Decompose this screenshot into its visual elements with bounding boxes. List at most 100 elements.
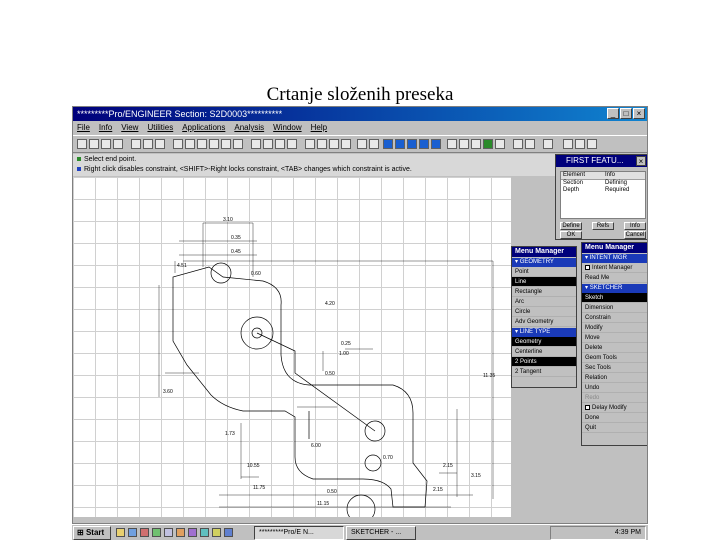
zoom-out-icon[interactable] [263, 139, 273, 149]
menu-item-sketch[interactable]: Sketch [582, 293, 647, 303]
sketch-canvas[interactable]: 3.10 0.35 0.45 4.51 0.60 4.20 3.60 0.25 … [73, 177, 511, 517]
vertex-icon[interactable] [459, 139, 469, 149]
menu-applications[interactable]: Applications [182, 121, 225, 135]
menu-item-undo[interactable]: Undo [582, 383, 647, 393]
datum-points-icon[interactable] [221, 139, 231, 149]
define-button[interactable]: Define [560, 222, 582, 230]
redraw-icon[interactable] [173, 139, 183, 149]
folder-icon[interactable] [116, 528, 125, 537]
menu-item-modify[interactable]: Modify [582, 323, 647, 333]
hidden-line-icon[interactable] [317, 139, 327, 149]
info-icon[interactable] [525, 139, 535, 149]
modify-tool-icon[interactable] [419, 139, 429, 149]
menu-item-move[interactable]: Move [582, 333, 647, 343]
wireframe-icon[interactable] [305, 139, 315, 149]
undo-icon[interactable] [357, 139, 367, 149]
menu-view[interactable]: View [121, 121, 138, 135]
app-icon[interactable] [176, 528, 185, 537]
new-file-icon[interactable] [77, 139, 87, 149]
menu-item-geometry[interactable]: Geometry [512, 337, 576, 347]
menu-utilities[interactable]: Utilities [147, 121, 173, 135]
no-hidden-icon[interactable] [329, 139, 339, 149]
datum-planes-icon[interactable] [197, 139, 207, 149]
geometry-header[interactable]: ▾ GEOMETRY [512, 258, 576, 267]
layer-icon[interactable] [495, 139, 505, 149]
menu-item-adv-geometry[interactable]: Adv Geometry [512, 317, 576, 327]
sketcher-header[interactable]: ▾ SKETCHER [582, 284, 647, 293]
table-row[interactable]: Section Defining [561, 180, 645, 187]
app-icon[interactable] [200, 528, 209, 537]
menu-item-quit[interactable]: Quit [582, 423, 647, 433]
menu-item-sec-tools[interactable]: Sec Tools [582, 363, 647, 373]
menu-item-constrain[interactable]: Constrain [582, 313, 647, 323]
blank-icon[interactable] [563, 139, 573, 149]
grid-icon[interactable] [447, 139, 457, 149]
context-help-icon[interactable] [543, 139, 553, 149]
taskbar-item-sketcher[interactable]: SKETCHER - ... [346, 526, 416, 540]
refit-icon[interactable] [275, 139, 285, 149]
menu-item-rectangle[interactable]: Rectangle [512, 287, 576, 297]
menu-item-relation[interactable]: Relation [582, 373, 647, 383]
menu-item-point[interactable]: Point [512, 267, 576, 277]
color-icon[interactable] [483, 139, 493, 149]
csys-icon[interactable] [233, 139, 243, 149]
menu-item-geom-tools[interactable]: Geom Tools [582, 353, 647, 363]
table-row[interactable]: Depth Required [561, 187, 645, 194]
sketch-drawing[interactable]: 3.10 0.35 0.45 4.51 0.60 4.20 3.60 0.25 … [73, 177, 511, 517]
blank-icon-3[interactable] [587, 139, 597, 149]
menu-item-done[interactable]: Done [582, 413, 647, 423]
menu-window[interactable]: Window [273, 121, 301, 135]
app-icon[interactable] [212, 528, 221, 537]
app-icon[interactable] [164, 528, 173, 537]
browser-icon[interactable] [128, 528, 137, 537]
datum-axes-icon[interactable] [209, 139, 219, 149]
constraints-display-icon[interactable] [471, 139, 481, 149]
menu-item-dimension[interactable]: Dimension [582, 303, 647, 313]
cancel-button[interactable]: Cancel [624, 231, 646, 239]
regenerate-icon[interactable] [431, 139, 441, 149]
menu-item-read-me[interactable]: Read Me [582, 273, 647, 283]
menu-analysis[interactable]: Analysis [234, 121, 264, 135]
ok-button[interactable]: OK [560, 231, 582, 239]
menu-help[interactable]: Help [311, 121, 327, 135]
cut-icon[interactable] [131, 139, 141, 149]
spin-center-icon[interactable] [185, 139, 195, 149]
close-button[interactable]: × [633, 108, 645, 119]
start-button[interactable]: ⊞ Start [73, 526, 111, 540]
menu-info[interactable]: Info [99, 121, 112, 135]
print-icon[interactable] [113, 139, 123, 149]
app-icon[interactable] [224, 528, 233, 537]
checkbox-icon[interactable] [585, 265, 590, 270]
model-tree-icon[interactable] [513, 139, 523, 149]
minimize-button[interactable]: _ [607, 108, 619, 119]
app-icon[interactable] [152, 528, 161, 537]
dimension-tool-icon[interactable] [395, 139, 405, 149]
menu-item-2-tangent[interactable]: 2 Tangent [512, 367, 576, 377]
menu-item-line[interactable]: Line [512, 277, 576, 287]
menu-item-delay-modify[interactable]: Delay Modify [582, 403, 647, 413]
constraint-tool-icon[interactable] [407, 139, 417, 149]
app-icon[interactable] [188, 528, 197, 537]
save-icon[interactable] [101, 139, 111, 149]
paste-icon[interactable] [155, 139, 165, 149]
menu-item-centerline[interactable]: Centerline [512, 347, 576, 357]
menu-item-delete[interactable]: Delete [582, 343, 647, 353]
redo-icon[interactable] [369, 139, 379, 149]
zoom-in-icon[interactable] [251, 139, 261, 149]
refs-button[interactable]: Refs [592, 222, 614, 230]
copy-icon[interactable] [143, 139, 153, 149]
open-file-icon[interactable] [89, 139, 99, 149]
sketch-tool-icon[interactable] [383, 139, 393, 149]
blank-icon-2[interactable] [575, 139, 585, 149]
taskbar-item-proe[interactable]: *********Pro/E N... [254, 526, 344, 540]
orient-icon[interactable] [287, 139, 297, 149]
shading-icon[interactable] [341, 139, 351, 149]
maximize-button[interactable]: □ [620, 108, 632, 119]
checkbox-icon[interactable] [585, 405, 590, 410]
menu-item-intent-manager[interactable]: Intent Manager [582, 263, 647, 273]
info-button[interactable]: Info [624, 222, 646, 230]
app-icon[interactable] [140, 528, 149, 537]
menu-item-2-points[interactable]: 2 Points [512, 357, 576, 367]
close-icon[interactable]: × [636, 156, 646, 166]
menu-item-arc[interactable]: Arc [512, 297, 576, 307]
